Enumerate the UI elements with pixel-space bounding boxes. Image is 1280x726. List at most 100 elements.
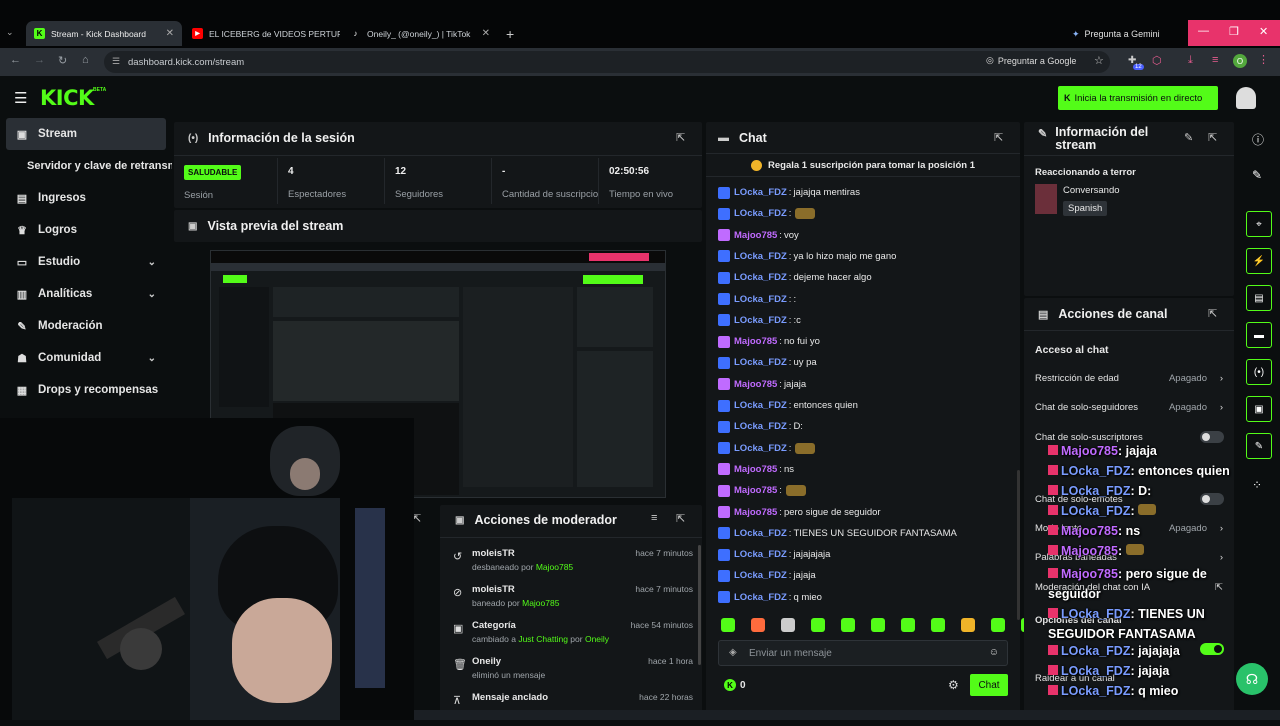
chat-username[interactable]: LOcka_FDZ	[734, 400, 787, 411]
emote-icon[interactable]	[781, 618, 795, 632]
chat-message[interactable]: LOcka_FDZ:	[718, 438, 1008, 459]
chat-message[interactable]: LOcka_FDZ::	[718, 289, 1008, 310]
chat-message[interactable]: LOcka_FDZ:	[718, 203, 1008, 224]
emote-icon[interactable]	[751, 618, 765, 632]
chat-username[interactable]: LOcka_FDZ	[734, 421, 787, 432]
reload-icon[interactable]: ↻	[58, 54, 67, 67]
chat-scrollbar[interactable]	[1017, 470, 1020, 620]
rail-button-5[interactable]: (•)	[1246, 359, 1272, 385]
chat-message[interactable]: Majoo785: jajaja	[718, 374, 1008, 395]
profile-avatar[interactable]: O	[1233, 54, 1247, 68]
tab-list-chevron-icon[interactable]: ⌄	[6, 27, 14, 38]
chat-settings-gear-icon[interactable]: ⚙	[948, 678, 959, 692]
chat-input[interactable]: ◈ Enviar un mensaje ☺	[718, 640, 1008, 666]
drag-handle-icon[interactable]: ⁘	[1252, 478, 1262, 492]
chat-username[interactable]: Majoo785	[734, 507, 777, 518]
hamburger-menu-icon[interactable]: ☰	[14, 89, 27, 107]
rail-button-6[interactable]: ▣	[1246, 396, 1272, 422]
rail-button-7[interactable]: ✎	[1246, 433, 1272, 459]
emote-icon[interactable]	[901, 618, 915, 632]
user-avatar[interactable]	[1236, 87, 1256, 109]
popout-icon[interactable]: ⇱	[676, 131, 685, 144]
chat-username[interactable]: Majoo785	[734, 336, 777, 347]
chat-username[interactable]: LOcka_FDZ	[734, 570, 787, 581]
chat-message[interactable]: LOcka_FDZ: D:	[718, 416, 1008, 437]
emote-icon[interactable]	[721, 618, 735, 632]
chat-username[interactable]: LOcka_FDZ	[734, 208, 787, 219]
chat-username[interactable]: LOcka_FDZ	[734, 549, 787, 560]
sidebar-item-logros[interactable]: ♛ Logros	[6, 214, 166, 246]
chat-message[interactable]: Majoo785: ns	[718, 459, 1008, 480]
followers-only-setting[interactable]: Chat de solo-seguidores Apagado ›	[1035, 402, 1225, 413]
url-field[interactable]: ☰ dashboard.kick.com/stream	[104, 51, 1110, 73]
chat-message[interactable]: LOcka_FDZ: dejeme hacer algo	[718, 267, 1008, 288]
emote-icon[interactable]	[841, 618, 855, 632]
minimize-icon[interactable]: —	[1198, 25, 1209, 37]
rail-button-4[interactable]: ▬	[1246, 322, 1272, 348]
reading-list-icon[interactable]: ≡	[1212, 54, 1218, 66]
chat-username[interactable]: LOcka_FDZ	[734, 272, 787, 283]
subscribers-only-toggle[interactable]	[1200, 431, 1224, 443]
bookmark-star-icon[interactable]: ☆	[1094, 54, 1104, 67]
rail-button-2[interactable]: ⚡	[1246, 248, 1272, 274]
chat-message[interactable]: LOcka_FDZ: jajaja	[718, 565, 1008, 586]
chat-username[interactable]: LOcka_FDZ	[734, 528, 787, 539]
channel-option-toggle[interactable]	[1200, 643, 1224, 655]
chat-username[interactable]: LOcka_FDZ	[734, 315, 787, 326]
gift-sub-banner[interactable]: Regala 1 suscripción para tomar la posic…	[706, 153, 1020, 177]
gemini-button[interactable]: ✦ Pregunta a Gemini	[1072, 24, 1160, 44]
sidebar-item-analiticas[interactable]: ▥ Analíticas ⌄	[6, 278, 166, 310]
rail-button-3[interactable]: ▤	[1246, 285, 1272, 311]
chat-username[interactable]: LOcka_FDZ	[734, 187, 787, 198]
chat-message[interactable]: LOcka_FDZ: ya lo hizo majo me gano	[718, 246, 1008, 267]
emote-icon[interactable]	[811, 618, 825, 632]
chat-username[interactable]: Majoo785	[734, 464, 777, 475]
emote-icon[interactable]	[961, 618, 975, 632]
chat-username[interactable]: Majoo785	[734, 485, 777, 496]
sidebar-item-drops[interactable]: ▦ Drops y recompensas	[6, 374, 166, 406]
chat-message[interactable]: LOcka_FDZ: jajajqa mentiras	[718, 182, 1008, 203]
chat-message[interactable]: LOcka_FDZ: entonces quien	[718, 395, 1008, 416]
popout-icon[interactable]: ⇱	[1208, 307, 1217, 320]
popout-icon[interactable]: ⇱	[676, 512, 685, 525]
sidebar-item-moderacion[interactable]: ✎ Moderación	[6, 310, 166, 342]
close-tab-icon[interactable]: ✕	[474, 28, 490, 39]
moderator-actions-scrollbar[interactable]	[698, 545, 701, 665]
age-restriction-setting[interactable]: Restricción de edad Apagado ›	[1035, 373, 1225, 384]
maximize-icon[interactable]: ❐	[1229, 25, 1239, 38]
chat-username[interactable]: LOcka_FDZ	[734, 294, 787, 305]
tab-youtube[interactable]: ▶ EL ICEBERG de VIDEOS PERTUR ✕	[184, 21, 340, 46]
new-tab-icon[interactable]: +	[506, 26, 514, 42]
chat-message[interactable]: LOcka_FDZ: uy pa	[718, 352, 1008, 373]
emote-icon[interactable]	[871, 618, 885, 632]
kick-logo[interactable]: KICK	[40, 86, 94, 110]
detail-link[interactable]: Majoo785	[522, 598, 559, 608]
chat-message[interactable]: LOcka_FDZ: q mieo	[718, 587, 1008, 608]
chat-username[interactable]: Majoo785	[734, 230, 777, 241]
tab-tiktok[interactable]: ♪ Oneily_ (@oneily_) | TikTok ✕	[342, 21, 498, 46]
chat-message[interactable]: LOcka_FDZ: jajajajaja	[718, 544, 1008, 565]
browser-menu-icon[interactable]: ⋮	[1258, 53, 1269, 66]
emoji-icon[interactable]: ☺	[989, 647, 999, 658]
popout-icon[interactable]: ⇱	[1208, 131, 1217, 144]
extension-icon[interactable]: ⬡	[1152, 54, 1162, 67]
downloads-icon[interactable]: ⤓	[1188, 54, 1193, 67]
chat-message[interactable]: Majoo785: voy	[718, 225, 1008, 246]
forward-icon[interactable]: →	[34, 54, 45, 66]
ask-google-button[interactable]: ◎ Preguntar a Google	[986, 55, 1076, 66]
support-headset-icon[interactable]: ☊	[1236, 663, 1268, 695]
emotes-only-toggle[interactable]	[1200, 493, 1224, 505]
tab-kick-dashboard[interactable]: K Stream - Kick Dashboard ✕	[26, 21, 182, 46]
popout-icon[interactable]: ⇱	[994, 131, 1003, 144]
emote-icon[interactable]	[991, 618, 1005, 632]
chat-message[interactable]: LOcka_FDZ: TIENES UN SEGUIDOR FANTASAMA	[718, 523, 1008, 544]
sidebar-item-estudio[interactable]: ▭ Estudio ⌄	[6, 246, 166, 278]
emote-icon[interactable]	[931, 618, 945, 632]
detail-link[interactable]: Majoo785	[536, 562, 573, 572]
detail-link[interactable]: Just Chatting	[518, 634, 568, 644]
edit-pencil-icon[interactable]: ✎	[1184, 131, 1193, 144]
chat-info-icon[interactable]: ◈	[729, 647, 737, 658]
sidebar-item-ingresos[interactable]: ▤ Ingresos	[6, 182, 166, 214]
home-icon[interactable]: ⌂	[82, 54, 89, 66]
rail-button-1[interactable]: ⌖	[1246, 211, 1272, 237]
